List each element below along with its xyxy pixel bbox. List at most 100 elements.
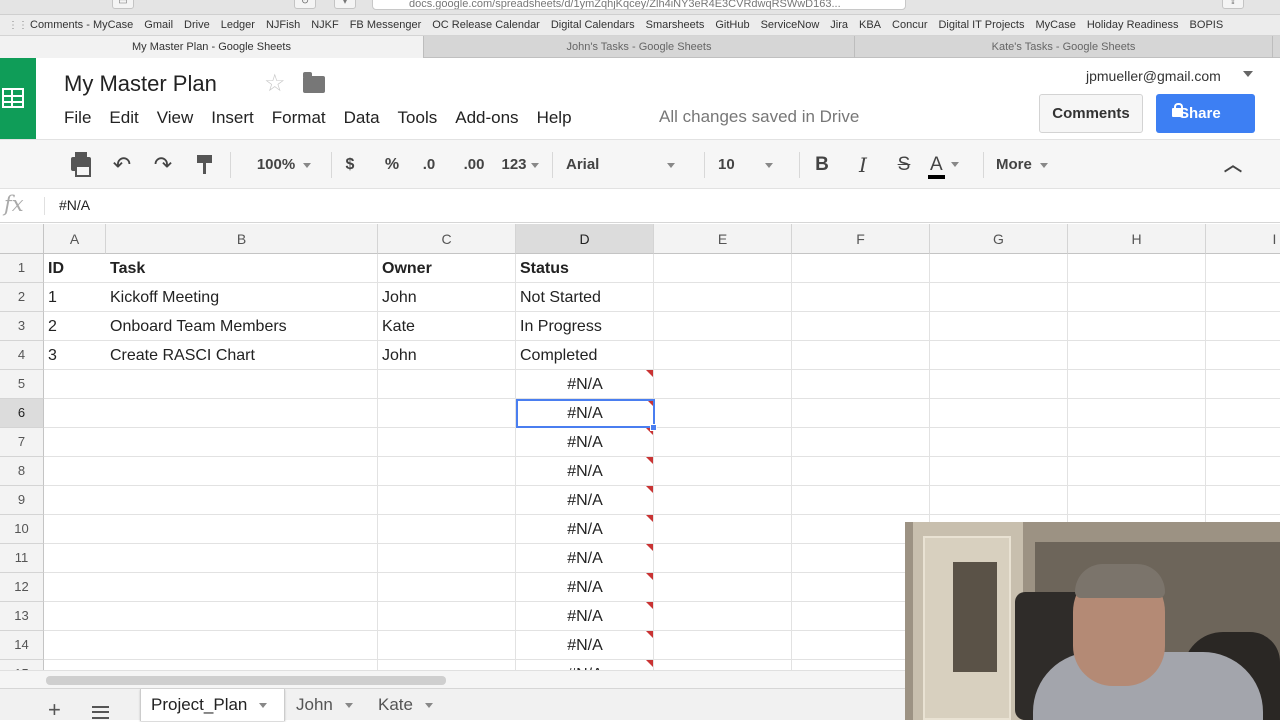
error-indicator-icon[interactable]: [646, 515, 653, 522]
bookmark-link[interactable]: Holiday Readiness: [1087, 19, 1179, 31]
chevron-down-icon[interactable]: [1243, 71, 1253, 77]
redo-icon[interactable]: ↷: [149, 140, 177, 190]
row-header-15[interactable]: 15: [0, 660, 44, 670]
error-cell[interactable]: #N/A: [516, 515, 654, 544]
data-cell[interactable]: Onboard Team Members: [106, 312, 378, 341]
column-header-g[interactable]: G: [930, 224, 1068, 254]
comments-button[interactable]: Comments: [1039, 94, 1143, 133]
data-cell[interactable]: Kate: [378, 312, 516, 341]
share-page-button[interactable]: ⇪: [1222, 0, 1244, 9]
folder-icon[interactable]: [303, 72, 325, 93]
formula-input[interactable]: #N/A: [59, 197, 90, 213]
error-indicator-icon[interactable]: [646, 660, 653, 667]
sheet-list-icon[interactable]: [92, 706, 109, 719]
add-sheet-icon[interactable]: +: [48, 698, 61, 722]
select-all-corner[interactable]: [0, 224, 44, 254]
strikethrough-button[interactable]: S: [893, 140, 915, 190]
menu-format[interactable]: Format: [272, 108, 326, 130]
bookmark-link[interactable]: Digital Calendars: [551, 19, 635, 31]
bookmark-link[interactable]: Smarsheets: [646, 19, 705, 31]
column-header-f[interactable]: F: [792, 224, 930, 254]
bookmark-link[interactable]: MyCase: [1035, 19, 1075, 31]
bookmark-link[interactable]: NJKF: [311, 19, 339, 31]
row-header-10[interactable]: 10: [0, 515, 44, 544]
menu-file[interactable]: File: [64, 108, 91, 130]
bookmark-link[interactable]: Comments - MyCase: [30, 19, 133, 31]
data-cell[interactable]: John: [378, 283, 516, 312]
data-cell[interactable]: John: [378, 341, 516, 370]
column-header-e[interactable]: E: [654, 224, 792, 254]
address-bar[interactable]: docs.google.com/spreadsheets/d/1ymZqhjKq…: [372, 0, 906, 10]
column-header-h[interactable]: H: [1068, 224, 1206, 254]
share-button[interactable]: Share: [1156, 94, 1255, 133]
sidebar-toggle-button[interactable]: ▭: [112, 0, 134, 9]
error-cell[interactable]: #N/A: [516, 602, 654, 631]
sheet-tab-john[interactable]: John: [286, 689, 366, 721]
menu-insert[interactable]: Insert: [211, 108, 254, 130]
error-indicator-icon[interactable]: [646, 573, 653, 580]
sheets-logo-icon[interactable]: [0, 58, 36, 139]
error-cell[interactable]: #N/A: [516, 457, 654, 486]
row-header-7[interactable]: 7: [0, 428, 44, 457]
download-button[interactable]: ▾: [334, 0, 356, 9]
data-cell[interactable]: 2: [44, 312, 106, 341]
number-format-select[interactable]: 123: [498, 140, 542, 190]
font-size-select[interactable]: 10: [718, 140, 788, 190]
error-cell[interactable]: #N/A: [516, 631, 654, 660]
sheet-tab-kate[interactable]: Kate: [368, 689, 448, 721]
menu-tools[interactable]: Tools: [398, 108, 438, 130]
save-status[interactable]: All changes saved in Drive: [659, 107, 859, 127]
header-cell[interactable]: Status: [516, 254, 654, 283]
bookmark-link[interactable]: FB Messenger: [350, 19, 422, 31]
browser-tab-master-plan[interactable]: My Master Plan - Google Sheets: [0, 36, 424, 58]
error-indicator-icon[interactable]: [646, 631, 653, 638]
error-cell[interactable]: #N/A: [516, 428, 654, 457]
menu-edit[interactable]: Edit: [109, 108, 138, 130]
bookmark-link[interactable]: GitHub: [715, 19, 749, 31]
currency-button[interactable]: $: [340, 140, 360, 190]
bookmark-link[interactable]: Gmail: [144, 19, 173, 31]
column-header-c[interactable]: C: [378, 224, 516, 254]
error-indicator-icon[interactable]: [646, 486, 653, 493]
document-title[interactable]: My Master Plan: [64, 71, 217, 97]
bookmark-link[interactable]: Concur: [892, 19, 927, 31]
error-cell[interactable]: #N/A: [516, 370, 654, 399]
bookmark-link[interactable]: Jira: [830, 19, 848, 31]
menu-data[interactable]: Data: [344, 108, 380, 130]
row-header-13[interactable]: 13: [0, 602, 44, 631]
error-cell[interactable]: #N/A: [516, 573, 654, 602]
row-header-2[interactable]: 2: [0, 283, 44, 312]
scrollbar-thumb[interactable]: [46, 676, 446, 685]
header-cell[interactable]: Owner: [378, 254, 516, 283]
bold-button[interactable]: B: [811, 140, 833, 190]
account-email[interactable]: jpmueller@gmail.com: [1086, 68, 1221, 84]
error-cell[interactable]: #N/A: [516, 544, 654, 573]
increase-decimal-button[interactable]: .00: [459, 140, 489, 190]
data-cell[interactable]: In Progress: [516, 312, 654, 341]
row-header-3[interactable]: 3: [0, 312, 44, 341]
menu-addons[interactable]: Add-ons: [455, 108, 518, 130]
error-indicator-icon[interactable]: [646, 370, 653, 377]
reload-button[interactable]: ↻: [294, 0, 316, 9]
browser-tab-john[interactable]: John's Tasks - Google Sheets: [424, 36, 855, 58]
column-header-b[interactable]: B: [106, 224, 378, 254]
bookmark-link[interactable]: NJFish: [266, 19, 300, 31]
bookmark-link[interactable]: ServiceNow: [761, 19, 820, 31]
row-header-6[interactable]: 6: [0, 399, 44, 428]
row-header-14[interactable]: 14: [0, 631, 44, 660]
header-cell[interactable]: ID: [44, 254, 106, 283]
bookmark-link[interactable]: BOPIS: [1190, 19, 1224, 31]
data-cell[interactable]: 3: [44, 341, 106, 370]
row-header-9[interactable]: 9: [0, 486, 44, 515]
row-header-11[interactable]: 11: [0, 544, 44, 573]
paint-format-icon[interactable]: [197, 155, 212, 174]
data-cell[interactable]: Not Started: [516, 283, 654, 312]
menu-help[interactable]: Help: [537, 108, 572, 130]
data-cell[interactable]: Completed: [516, 341, 654, 370]
row-header-12[interactable]: 12: [0, 573, 44, 602]
sheet-tab-project-plan[interactable]: Project_Plan: [140, 689, 285, 721]
font-family-select[interactable]: Arial: [566, 140, 688, 190]
data-cell[interactable]: Kickoff Meeting: [106, 283, 378, 312]
row-header-4[interactable]: 4: [0, 341, 44, 370]
row-header-8[interactable]: 8: [0, 457, 44, 486]
